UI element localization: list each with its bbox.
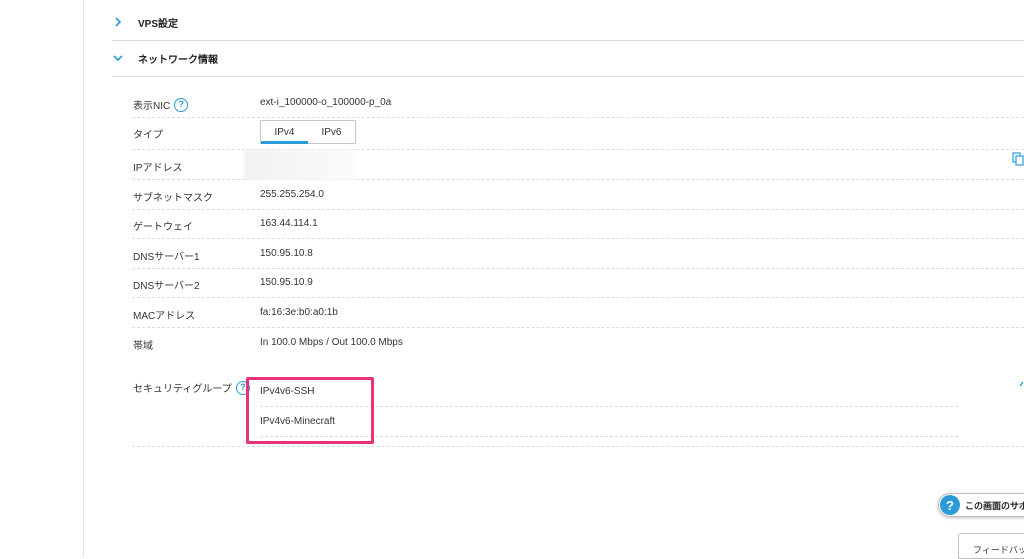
question-icon: ? — [940, 495, 960, 515]
main-content: VPS設定 ネットワーク情報 表示NIC ? ext-i_100000-o_10… — [84, 0, 1024, 557]
left-sidebar — [0, 0, 84, 557]
dns1-label: DNSサーバー1 — [133, 252, 200, 263]
support-button[interactable]: ? この画面のサポー — [938, 493, 1024, 517]
row-nic: 表示NIC ? ext-i_100000-o_100000-p_0a — [132, 88, 1024, 118]
dns1-value: 150.95.10.8 — [260, 248, 313, 259]
security-group-label: セキュリティグループ — [133, 384, 232, 395]
tab-ipv6[interactable]: IPv6 — [308, 121, 355, 143]
row-gateway: ゲートウェイ 163.44.114.1 — [132, 209, 1024, 239]
gateway-label: ゲートウェイ — [133, 222, 193, 233]
section-title: VPS設定 — [138, 18, 179, 30]
help-icon[interactable]: ? — [174, 97, 189, 112]
row-mac: MACアドレス fa:16:3e:b0:a0:1b — [132, 298, 1024, 328]
row-subnet-mask: サブネットマスク 255.255.254.0 — [132, 180, 1024, 210]
row-ip-address: IPアドレス — [132, 150, 1024, 180]
bandwidth-value: In 100.0 Mbps / Out 100.0 Mbps — [260, 337, 403, 348]
highlight-box — [246, 377, 374, 444]
dns2-value: 150.95.10.9 — [260, 277, 313, 288]
section-title: ネットワーク情報 — [138, 54, 218, 66]
mac-label: MACアドレス — [133, 311, 196, 322]
section-vps-settings[interactable]: VPS設定 — [112, 4, 1024, 41]
row-type: タイプ IPv4 IPv6 — [132, 117, 1024, 150]
subnet-mask-label: サブネットマスク — [133, 193, 213, 204]
section-network-info[interactable]: ネットワーク情報 — [112, 40, 1024, 77]
nic-label: 表示NIC — [133, 101, 171, 112]
support-label: この画面のサポー — [965, 500, 1024, 511]
edit-icon[interactable] — [1019, 381, 1024, 387]
nic-value: ext-i_100000-o_100000-p_0a — [260, 97, 392, 108]
row-dns1: DNSサーバー1 150.95.10.8 — [132, 239, 1024, 269]
ip-address-redacted — [244, 150, 356, 180]
mac-value: fa:16:3e:b0:a0:1b — [260, 307, 338, 318]
chevron-down-icon — [112, 52, 124, 64]
row-bandwidth: 帯域 In 100.0 Mbps / Out 100.0 Mbps — [132, 328, 1024, 357]
chevron-right-icon — [112, 16, 124, 28]
gateway-value: 163.44.114.1 — [260, 218, 318, 229]
divider — [132, 446, 1024, 447]
bandwidth-label: 帯域 — [133, 341, 153, 352]
ip-version-tabs: IPv4 IPv6 — [260, 120, 356, 144]
type-label: タイプ — [133, 130, 163, 141]
copy-icon[interactable] — [1012, 152, 1024, 166]
feedback-button[interactable]: フィードバッ — [958, 533, 1024, 559]
ip-address-label: IPアドレス — [133, 163, 183, 174]
security-group-label-wrap: セキュリティグループ ? — [133, 380, 250, 395]
dns2-label: DNSサーバー2 — [133, 281, 200, 292]
tab-ipv4[interactable]: IPv4 — [261, 121, 308, 144]
subnet-mask-value: 255.255.254.0 — [260, 189, 324, 200]
row-dns2: DNSサーバー2 150.95.10.9 — [132, 268, 1024, 298]
